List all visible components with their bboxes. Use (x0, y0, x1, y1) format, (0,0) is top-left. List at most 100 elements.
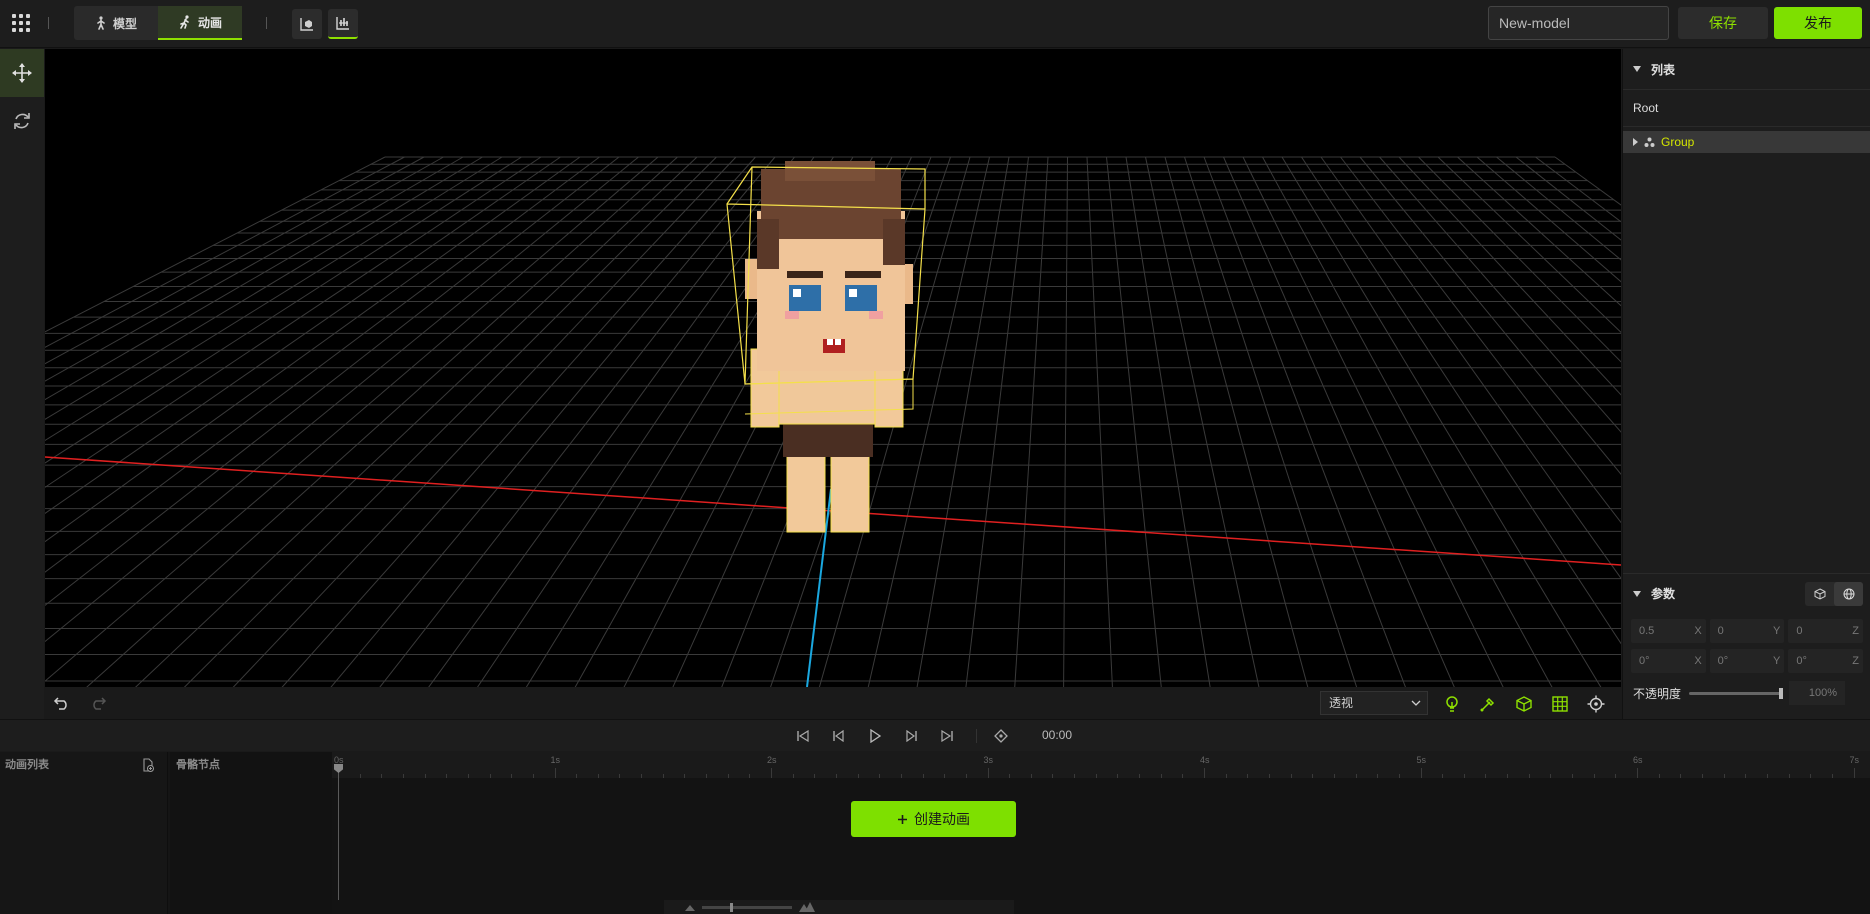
play-icon[interactable] (866, 727, 884, 745)
redo-icon[interactable] (89, 695, 107, 711)
ruler-minor-tick (1463, 774, 1465, 778)
ruler-minor-tick (1095, 774, 1097, 778)
params-header[interactable]: 参数 (1623, 573, 1870, 613)
previous-frame-icon[interactable] (830, 727, 848, 745)
rotation-row: 0° X 0° Y 0° Z (1623, 649, 1870, 673)
ruler-minor-tick (424, 774, 426, 778)
axis-label: Z (1852, 655, 1860, 667)
scale-y-input[interactable]: 0Y (1709, 619, 1785, 643)
skip-to-start-icon[interactable] (794, 727, 812, 745)
ruler-minor-tick (1507, 774, 1509, 778)
rotate-icon (14, 113, 30, 129)
ruler-tick-label: 7s (1849, 755, 1860, 765)
view-mode-select[interactable]: 透视 (1320, 691, 1428, 715)
rotation-y-input[interactable]: 0° Y (1709, 649, 1785, 673)
params-section: 参数 0.5 X 0Y 0Z 0° X 0° Y 0° Z 不透明度 100% (1623, 573, 1870, 705)
ruler-minor-tick (944, 774, 946, 778)
rotation-z-input[interactable]: 0° Z (1788, 649, 1864, 673)
model-view-button[interactable] (292, 9, 322, 39)
ruler-minor-tick (1615, 774, 1617, 778)
coordinate-space-toggle (1805, 582, 1863, 606)
world-space-button[interactable] (1834, 582, 1863, 606)
scale-x-input[interactable]: 0.5 X (1631, 619, 1706, 643)
cube-outline-icon (1814, 588, 1825, 600)
ruler-minor-tick (749, 774, 751, 778)
add-file-icon[interactable] (141, 758, 155, 772)
next-frame-icon[interactable] (902, 727, 920, 745)
skeleton-view-button[interactable] (328, 9, 358, 39)
outline-header[interactable]: 列表 (1623, 49, 1870, 89)
ruler-minor-tick (1745, 774, 1747, 778)
ruler-minor-tick (900, 774, 902, 778)
ruler-tick (554, 768, 556, 778)
create-animation-button[interactable]: 创建动画 (851, 801, 1016, 837)
ruler-minor-tick (792, 774, 794, 778)
save-button[interactable]: 保存 (1678, 7, 1768, 39)
cube-icon[interactable] (1513, 693, 1535, 715)
tab-animation-label: 动画 (197, 15, 222, 30)
ruler-tick (1420, 768, 1422, 778)
pen-icon[interactable] (1477, 693, 1499, 715)
rotate-tool-button[interactable] (0, 97, 44, 145)
keyframe-icon[interactable] (992, 727, 1010, 745)
ruler-minor-tick (1572, 774, 1574, 778)
scale-z-input[interactable]: 0Z (1788, 619, 1864, 643)
slider-knob[interactable] (1779, 687, 1784, 699)
skip-to-end-icon[interactable] (938, 727, 956, 745)
light-bulb-icon[interactable] (1441, 693, 1463, 715)
ruler-minor-tick (1680, 774, 1682, 778)
params-title: 参数 (1651, 587, 1676, 601)
ruler-minor-tick (1333, 774, 1335, 778)
opacity-value[interactable]: 100% (1789, 681, 1846, 705)
zoom-out-icon[interactable] (684, 902, 696, 912)
ruler-minor-tick (576, 774, 578, 778)
playback-bar: 00:00 (0, 719, 1870, 751)
playhead[interactable] (338, 766, 339, 900)
target-icon[interactable] (1585, 693, 1607, 715)
ruler-tick (1637, 768, 1638, 778)
publish-button[interactable]: 发布 (1774, 7, 1862, 39)
3d-viewport[interactable] (45, 49, 1621, 687)
ruler-minor-tick (835, 774, 837, 778)
outline-group-label: Group (1661, 135, 1695, 149)
rotation-x-input[interactable]: 0° X (1631, 649, 1706, 673)
zoom-in-icon[interactable] (798, 901, 816, 913)
ruler-minor-tick (359, 774, 361, 778)
mode-switch: 模型 动画 (74, 6, 242, 40)
voxel-character[interactable] (726, 161, 926, 533)
rotation-x-value: 0° (1639, 655, 1650, 667)
opacity-slider[interactable] (1689, 687, 1784, 699)
chevron-down-icon (1411, 700, 1421, 706)
ruler-minor-tick (965, 774, 967, 778)
timeline-track[interactable]: 0s 1s 2s 3s 4s 5s 6s 7s (332, 752, 1870, 914)
scale-row: 0.5 X 0Y 0Z (1623, 619, 1870, 643)
scale-x-value: 0.5 (1639, 625, 1655, 637)
divider (48, 17, 49, 29)
move-tool-button[interactable] (0, 49, 44, 97)
outline-root[interactable]: Root (1623, 89, 1870, 127)
ruler-minor-tick (1810, 774, 1812, 778)
plus-icon (898, 814, 907, 824)
grid-icon[interactable] (1549, 693, 1571, 715)
ruler-minor-tick (662, 774, 664, 778)
slider-knob[interactable] (730, 903, 733, 912)
tab-model-label: 模型 (112, 16, 137, 31)
ruler-minor-tick (1009, 774, 1011, 778)
time-ruler[interactable]: 0s 1s 2s 3s 4s 5s 6s 7s (332, 752, 1870, 778)
local-space-button[interactable] (1805, 582, 1834, 606)
ruler-minor-tick (1117, 774, 1119, 778)
ruler-minor-tick (857, 774, 859, 778)
tab-model[interactable]: 模型 (74, 6, 158, 40)
rotation-z-value: 0° (1796, 655, 1807, 667)
zoom-slider[interactable] (702, 903, 792, 912)
collapse-caret-icon (1633, 590, 1641, 597)
axis-label: Y (1773, 655, 1781, 667)
model-name-input[interactable]: New-model (1488, 6, 1669, 40)
undo-icon[interactable] (53, 695, 71, 711)
expand-caret-icon[interactable] (1633, 138, 1638, 146)
tab-animation[interactable]: 动画 (158, 6, 242, 40)
scale-z-value: 0 (1796, 625, 1803, 637)
outline-group-row[interactable]: Group (1623, 131, 1870, 153)
collapse-caret-icon (1633, 66, 1641, 72)
apps-grid-icon[interactable] (12, 14, 30, 32)
